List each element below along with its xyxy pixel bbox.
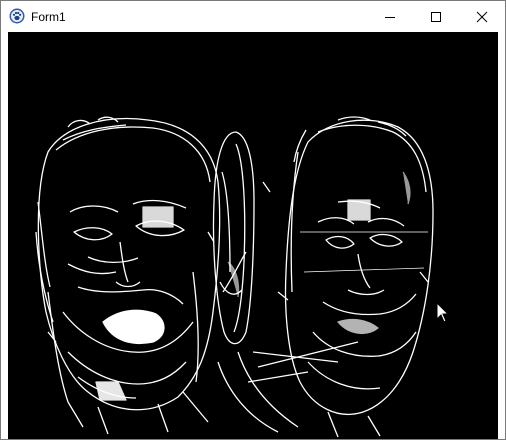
maximize-icon — [431, 12, 441, 22]
paw-app-icon — [9, 8, 25, 24]
close-button[interactable] — [459, 1, 505, 32]
edge-detected-image — [35, 116, 434, 438]
window-title: Form1 — [31, 10, 66, 24]
maximize-button[interactable] — [413, 1, 459, 32]
close-icon — [476, 11, 488, 23]
image-canvas[interactable] — [8, 32, 498, 439]
app-window: Form1 — [0, 0, 506, 440]
minimize-icon — [385, 17, 395, 18]
mouse-pointer-icon — [436, 302, 450, 323]
minimize-button[interactable] — [367, 1, 413, 32]
left-face-outline — [37, 117, 221, 411]
right-face-outline — [284, 119, 434, 416]
title-bar[interactable]: Form1 — [1, 1, 505, 32]
